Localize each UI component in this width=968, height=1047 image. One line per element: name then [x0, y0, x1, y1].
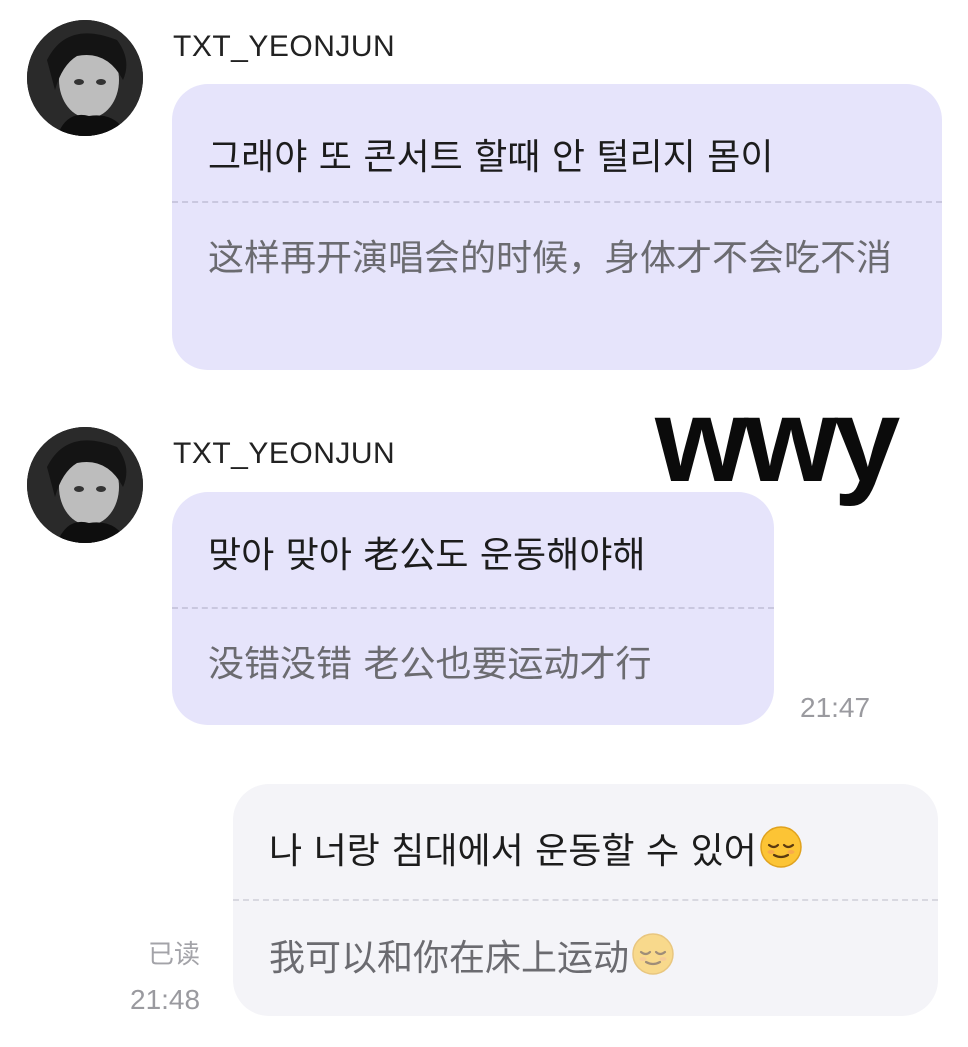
- message-translation-row: 我可以和你在床上运动: [269, 930, 902, 994]
- message-time: 21:48: [130, 984, 201, 1015]
- message-time: 21:47: [800, 692, 871, 723]
- relieved-face-emoji-icon: [631, 932, 675, 994]
- relieved-face-emoji-icon: [759, 825, 803, 878]
- message-original-row: 나 너랑 침대에서 운동할 수 있어: [269, 822, 918, 878]
- message-original-text: 그래야 또 콘서트 할때 안 털리지 몸이: [208, 137, 774, 178]
- translation-divider: [172, 201, 942, 203]
- message-original-text: 맞아 맞아 老公도 운동해야해: [208, 535, 646, 576]
- translation-divider: [233, 899, 938, 901]
- message-translation-text: 没错没错 老公也要运动才行: [208, 644, 652, 685]
- message-bubble[interactable]: 맞아 맞아 老公도 운동해야해 没错没错 老公也要运动才行: [172, 492, 774, 725]
- message-original-text: 나 너랑 침대에서 운동할 수 있어: [269, 831, 757, 872]
- sender-name: TXT_YEONJUN: [173, 30, 396, 63]
- message-bubble[interactable]: 나 너랑 침대에서 운동할 수 있어 我可以和你在床上运动: [233, 784, 938, 1016]
- sender-avatar[interactable]: [27, 20, 143, 136]
- sender-avatar[interactable]: [27, 427, 143, 543]
- message-translation-text: 我可以和你在床上运动: [269, 938, 630, 979]
- read-status: 已读: [148, 940, 201, 970]
- message-bubble[interactable]: 그래야 또 콘서트 할때 안 털리지 몸이 这样再开演唱会的时候，身体才不会吃不…: [172, 84, 942, 370]
- translation-divider: [172, 607, 774, 609]
- watermark-text: wwy: [655, 373, 900, 507]
- avatar-photo-icon: [27, 427, 143, 543]
- message-translation-text: 这样再开演唱会的时候，身体才不会吃不消: [208, 238, 893, 279]
- avatar-photo-icon: [27, 20, 143, 136]
- sender-name: TXT_YEONJUN: [173, 437, 396, 470]
